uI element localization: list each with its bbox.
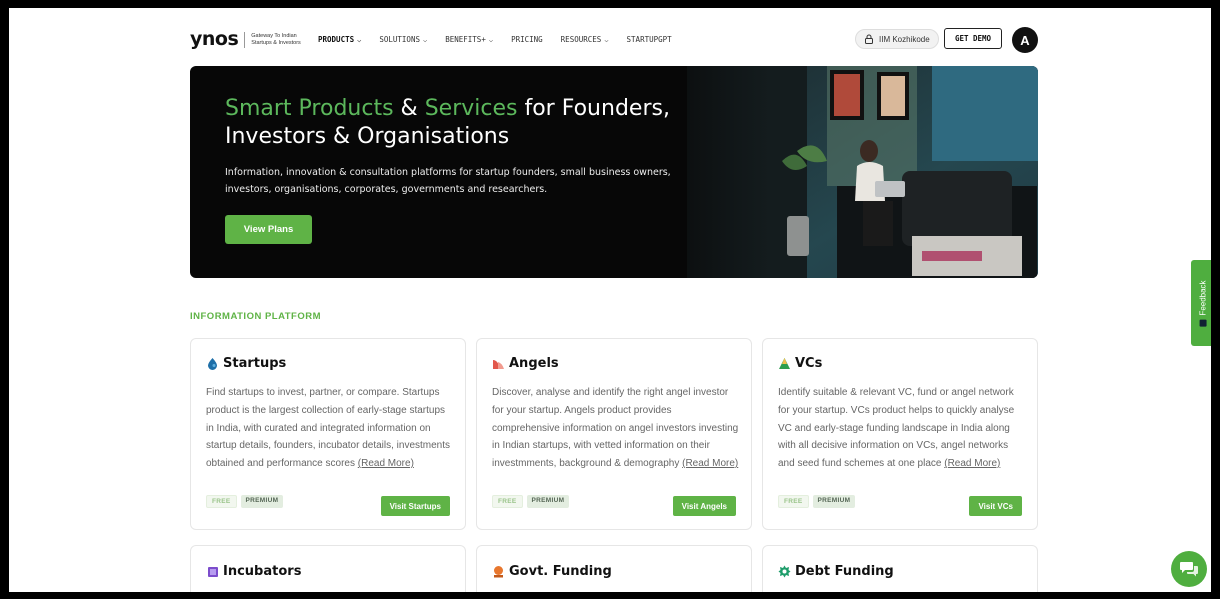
organisation-name: IIM Kozhikode xyxy=(879,34,930,44)
hero-title-line2: Investors & Organisations xyxy=(225,124,510,149)
organisation-pill[interactable]: IIM Kozhikode xyxy=(855,29,939,49)
logo-divider xyxy=(244,31,246,48)
free-badge: FREE xyxy=(492,495,523,508)
product-card-govt-funding: Govt. Funding xyxy=(476,545,752,592)
free-badge: FREE xyxy=(206,495,237,508)
feedback-text: Feedback xyxy=(1198,279,1208,316)
card-description: Find startups to invest, partner, or com… xyxy=(206,384,454,473)
tagline-line2: Startups & Investors xyxy=(251,39,301,46)
card-title-text: Debt Funding xyxy=(795,564,894,579)
govt-funding-icon xyxy=(494,566,503,578)
card-description-text: Identify suitable & relevant VC, fund or… xyxy=(778,387,1015,470)
nav-label: STARTUPGPT xyxy=(626,35,672,44)
hero-title: Smart Products & Services for Founders, … xyxy=(225,95,745,151)
card-title-text: VCs xyxy=(795,356,823,371)
product-card-angels: Angels Discover, analyse and identify th… xyxy=(476,338,752,530)
lock-icon xyxy=(865,34,873,44)
debt-funding-icon xyxy=(778,565,791,578)
chevron-down-icon: ⌵ xyxy=(357,35,362,44)
plan-badges: FREE PREMIUM xyxy=(778,495,856,508)
tagline-line1: Gateway To Indian xyxy=(251,33,297,39)
hero-title-amp: & xyxy=(393,96,425,121)
chevron-down-icon: ⌵ xyxy=(488,35,494,44)
read-more-link[interactable]: (Read More) xyxy=(358,458,414,469)
read-more-link[interactable]: (Read More) xyxy=(944,458,1000,469)
visit-angels-button[interactable]: Visit Angels xyxy=(672,496,736,516)
plan-badges: FREE PREMIUM xyxy=(492,495,570,508)
hero-banner: Smart Products & Services for Founders, … xyxy=(190,66,1038,278)
top-navigation: ynos Gateway To Indian Startups & Invest… xyxy=(9,8,1211,66)
product-card-startups: Startups Find startups to invest, partne… xyxy=(190,338,466,530)
nav-label: PRICING xyxy=(511,35,543,44)
visit-startups-button[interactable]: Visit Startups xyxy=(380,496,450,516)
premium-badge: PREMIUM xyxy=(240,495,284,508)
premium-badge: PREMIUM xyxy=(812,495,856,508)
card-description: Discover, analyse and identify the right… xyxy=(492,384,740,473)
droplet-icon xyxy=(208,358,217,370)
user-avatar[interactable]: A xyxy=(1012,27,1038,53)
card-title: Govt. Funding xyxy=(492,564,612,579)
feedback-icon xyxy=(1199,319,1207,327)
card-description-text: Discover, analyse and identify the right… xyxy=(492,387,739,470)
nav-label: RESOURCES xyxy=(560,35,602,44)
card-title-text: Incubators xyxy=(223,564,302,579)
nav-item-solutions[interactable]: SOLUTIONS ⌵ xyxy=(379,35,427,44)
read-more-link[interactable]: (Read More) xyxy=(682,458,738,469)
incubator-icon xyxy=(208,567,218,577)
nav-menu: PRODUCTS ⌵ SOLUTIONS ⌵ BENEFITS+ ⌵ PRICI… xyxy=(318,35,672,44)
nav-item-products[interactable]: PRODUCTS ⌵ xyxy=(318,35,361,44)
card-description-text: Find startups to invest, partner, or com… xyxy=(206,387,451,470)
card-title-text: Govt. Funding xyxy=(509,564,612,579)
get-demo-button[interactable]: GET DEMO xyxy=(944,28,1002,49)
free-badge: FREE xyxy=(778,495,809,508)
nav-label: SOLUTIONS xyxy=(379,35,420,44)
chevron-down-icon: ⌵ xyxy=(604,35,609,44)
ynos-logo[interactable]: ynos Gateway To Indian Startups & Invest… xyxy=(190,30,301,49)
plan-badges: FREE PREMIUM xyxy=(206,495,284,508)
logo-tagline: Gateway To Indian Startups & Investors xyxy=(251,33,301,46)
product-card-vcs: VCs Identify suitable & relevant VC, fun… xyxy=(762,338,1038,530)
card-title: Incubators xyxy=(206,564,301,579)
nav-item-pricing[interactable]: PRICING xyxy=(511,35,543,44)
card-title-text: Startups xyxy=(223,356,287,371)
nav-label: PRODUCTS xyxy=(318,35,355,44)
feedback-label: Feedback xyxy=(1198,279,1208,327)
angels-icon xyxy=(493,360,504,369)
card-title: VCs xyxy=(778,356,822,371)
browser-viewport: ynos Gateway To Indian Startups & Invest… xyxy=(9,8,1211,592)
hero-title-for-founders: for Founders, xyxy=(517,96,670,121)
view-plans-button[interactable]: View Plans xyxy=(225,215,312,244)
nav-label: BENEFITS+ xyxy=(445,35,486,44)
visit-vcs-button[interactable]: Visit VCs xyxy=(969,496,1022,516)
chat-support-button[interactable] xyxy=(1171,551,1207,587)
hero-title-services: Services xyxy=(424,96,518,121)
section-heading: INFORMATION PLATFORM xyxy=(190,311,322,322)
card-description: Identify suitable & relevant VC, fund or… xyxy=(778,384,1026,473)
nav-item-benefits[interactable]: BENEFITS+ ⌵ xyxy=(445,35,493,44)
logo-wordmark: ynos xyxy=(190,28,239,50)
premium-badge: PREMIUM xyxy=(526,495,570,508)
product-card-debt-funding: Debt Funding xyxy=(762,545,1038,592)
card-title: Debt Funding xyxy=(778,564,894,579)
chat-bubble-icon xyxy=(1180,562,1198,577)
card-title-text: Angels xyxy=(509,356,559,371)
card-title: Angels xyxy=(492,356,559,371)
feedback-tab[interactable]: Feedback xyxy=(1191,260,1211,346)
vcs-icon xyxy=(779,358,790,369)
nav-item-startupgpt[interactable]: STARTUPGPT xyxy=(627,35,672,44)
product-card-incubators: Incubators xyxy=(190,545,466,592)
hero-title-smart-products: Smart Products xyxy=(225,96,394,121)
hero-subtitle: Information, innovation & consultation p… xyxy=(225,167,671,195)
chevron-down-icon: ⌵ xyxy=(422,35,428,44)
card-title: Startups xyxy=(206,356,286,371)
nav-item-resources[interactable]: RESOURCES ⌵ xyxy=(561,35,609,44)
